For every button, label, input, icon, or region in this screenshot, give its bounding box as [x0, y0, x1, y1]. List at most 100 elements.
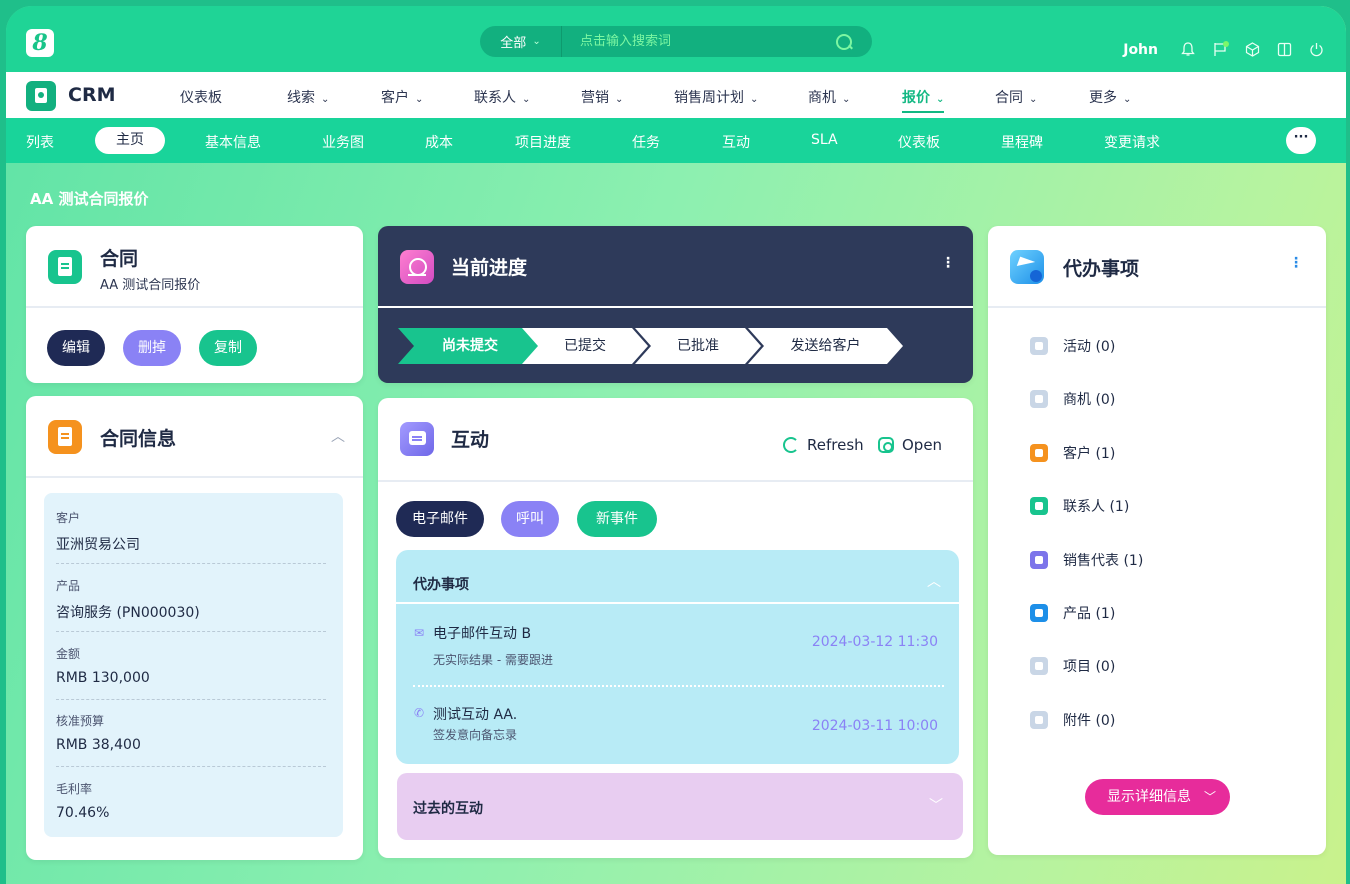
- todo-item-products[interactable]: 产品 (1): [1030, 603, 1115, 623]
- chevron-up-icon[interactable]: ︿: [331, 426, 345, 446]
- more-options-icon[interactable]: ⋮: [1289, 255, 1303, 271]
- interaction-card-title: 互动: [451, 429, 490, 451]
- stage-submitted[interactable]: 已提交: [522, 328, 648, 364]
- todo-item-contacts[interactable]: 联系人 (1): [1030, 496, 1129, 516]
- email-tab-button[interactable]: 电子邮件: [396, 501, 484, 537]
- new-event-button[interactable]: 新事件: [577, 501, 657, 537]
- open-button[interactable]: Open: [878, 436, 942, 454]
- tab-sla[interactable]: SLA: [811, 132, 838, 148]
- bell-icon[interactable]: [1180, 42, 1196, 58]
- card-divider: [26, 306, 363, 308]
- chevron-down-icon[interactable]: ﹀: [929, 795, 943, 815]
- show-details-button[interactable]: 显示详细信息 ﹀: [1085, 779, 1230, 815]
- cube-icon[interactable]: [1244, 42, 1260, 58]
- search-input[interactable]: [562, 26, 834, 57]
- search-scope-label: 全部: [500, 36, 527, 51]
- sales-rep-icon: [1030, 551, 1048, 569]
- refresh-button[interactable]: Refresh: [783, 436, 864, 454]
- tab-basic-info[interactable]: 基本信息: [205, 132, 261, 152]
- nav-item-opportunities[interactable]: 商机 ⌄: [808, 87, 850, 107]
- contract-info-fields: 客户 亚洲贸易公司 产品 咨询服务 (PN000030) 金额 RMB 130,…: [44, 493, 343, 837]
- todo-panel-title: 代办事项: [413, 577, 469, 593]
- crm-logo-icon: [26, 81, 56, 111]
- nav-item-quotes[interactable]: 报价 ⌄: [902, 87, 945, 113]
- todo-item-title[interactable]: 测试互动 AA.: [433, 704, 517, 724]
- todo-panel: 代办事项 ︿ ✉ 电子邮件互动 B 无实际结果 - 需要跟进 2024-03-1…: [396, 550, 959, 764]
- tab-milestones[interactable]: 里程碑: [1001, 132, 1043, 152]
- card-divider: [378, 480, 973, 482]
- tab-change-requests[interactable]: 变更请求: [1104, 132, 1160, 152]
- nav-item-dashboard[interactable]: 仪表板: [180, 87, 222, 107]
- search-scope-select[interactable]: 全部 ⌄: [480, 26, 562, 57]
- search-icon[interactable]: [834, 32, 854, 52]
- todo-item-date: 2024-03-11 10:00: [811, 718, 938, 734]
- chevron-down-icon: ⌄: [936, 94, 945, 105]
- stage-not-submitted[interactable]: 尚未提交: [398, 328, 542, 364]
- app-title: CRM: [68, 84, 116, 106]
- tab-list[interactable]: 列表: [26, 132, 54, 152]
- todo-card-title: 代办事项: [1063, 258, 1140, 280]
- tab-tasks[interactable]: 任务: [632, 132, 660, 152]
- progress-card: 当前进度 ⋮ 尚未提交 已提交 已批准 发送给客户: [378, 226, 973, 383]
- app-window: 8 全部 ⌄ John: [6, 6, 1346, 884]
- todo-item-projects[interactable]: 项目 (0): [1030, 656, 1115, 676]
- interaction-card: 互动 Refresh Open 电子邮件 呼叫 新事件 代办事项 ︿ ✉ 电子邮…: [378, 398, 973, 858]
- delete-button[interactable]: 删掉: [123, 330, 181, 366]
- page-title: AA 测试合同报价: [30, 190, 149, 208]
- document-icon: [48, 250, 82, 284]
- contract-card-title: 合同: [100, 248, 139, 270]
- nav-item-contacts[interactable]: 联系人 ⌄: [474, 87, 530, 107]
- nav-item-more[interactable]: 更多 ⌄: [1089, 87, 1131, 107]
- top-bar: 8 全部 ⌄ John: [6, 6, 1346, 72]
- contract-card-subtitle: AA 测试合同报价: [100, 278, 201, 293]
- todo-item-attachments[interactable]: 附件 (0): [1030, 710, 1115, 730]
- card-divider: [378, 306, 973, 308]
- chevron-down-icon: ⌄: [1029, 94, 1038, 105]
- app-logo[interactable]: 8: [26, 29, 54, 57]
- nav-item-marketing[interactable]: 营销 ⌄: [581, 87, 623, 107]
- nav-item-contracts[interactable]: 合同 ⌄: [995, 87, 1037, 107]
- stage-approved[interactable]: 已批准: [635, 328, 761, 364]
- todo-item-customers[interactable]: 客户 (1): [1030, 443, 1115, 463]
- chevron-down-icon: ⌄: [415, 94, 424, 105]
- tab-project-progress[interactable]: 项目进度: [515, 132, 571, 152]
- more-options-icon[interactable]: ⋮: [941, 255, 955, 271]
- tab-interactions[interactable]: 互动: [722, 132, 750, 152]
- activity-icon: [1030, 337, 1048, 355]
- contract-info-card: 合同信息 ︿ 客户 亚洲贸易公司 产品 咨询服务 (PN000030) 金额 R…: [26, 396, 363, 860]
- more-tabs-button[interactable]: ···: [1286, 127, 1316, 154]
- info-field-product: 产品 咨询服务 (PN000030): [56, 579, 200, 621]
- book-icon[interactable]: [1276, 42, 1292, 58]
- past-interactions-title: 过去的互动: [413, 801, 483, 817]
- power-icon[interactable]: [1308, 42, 1324, 58]
- refresh-icon: [783, 437, 799, 453]
- call-tab-button[interactable]: 呼叫: [501, 501, 559, 537]
- tab-business-graph[interactable]: 业务图: [322, 132, 364, 152]
- product-icon: [1030, 604, 1048, 622]
- user-name[interactable]: John: [1123, 42, 1158, 58]
- past-interactions-panel[interactable]: 过去的互动 ﹀: [397, 773, 963, 840]
- chevron-up-icon[interactable]: ︿: [927, 571, 941, 591]
- email-icon: ✉: [414, 626, 425, 640]
- todo-item-sales-reps[interactable]: 销售代表 (1): [1030, 550, 1143, 570]
- stage-sent-to-customer[interactable]: 发送给客户: [748, 328, 903, 364]
- nav-item-weekly-plan[interactable]: 销售周计划 ⌄: [674, 87, 758, 107]
- tab-home[interactable]: 主页: [95, 127, 165, 154]
- card-divider: [26, 476, 363, 478]
- project-icon: [1030, 657, 1048, 675]
- open-icon: [878, 437, 894, 453]
- tab-dashboard[interactable]: 仪表板: [898, 132, 940, 152]
- opportunity-icon: [1030, 390, 1048, 408]
- contract-card: 合同 AA 测试合同报价 编辑 删掉 复制: [26, 226, 363, 383]
- copy-button[interactable]: 复制: [199, 330, 257, 366]
- edit-button[interactable]: 编辑: [47, 330, 105, 366]
- flag-icon[interactable]: [1212, 41, 1229, 58]
- nav-item-customers[interactable]: 客户 ⌄: [381, 87, 423, 107]
- todo-item-opportunities[interactable]: 商机 (0): [1030, 389, 1115, 409]
- chevron-down-icon: ﹀: [1203, 790, 1216, 804]
- todo-item-activities[interactable]: 活动 (0): [1030, 336, 1115, 356]
- todo-item-title[interactable]: 电子邮件互动 B: [433, 623, 531, 643]
- nav-item-leads[interactable]: 线索 ⌄: [287, 87, 329, 107]
- attachment-icon: [1030, 711, 1048, 729]
- tab-cost[interactable]: 成本: [425, 132, 453, 152]
